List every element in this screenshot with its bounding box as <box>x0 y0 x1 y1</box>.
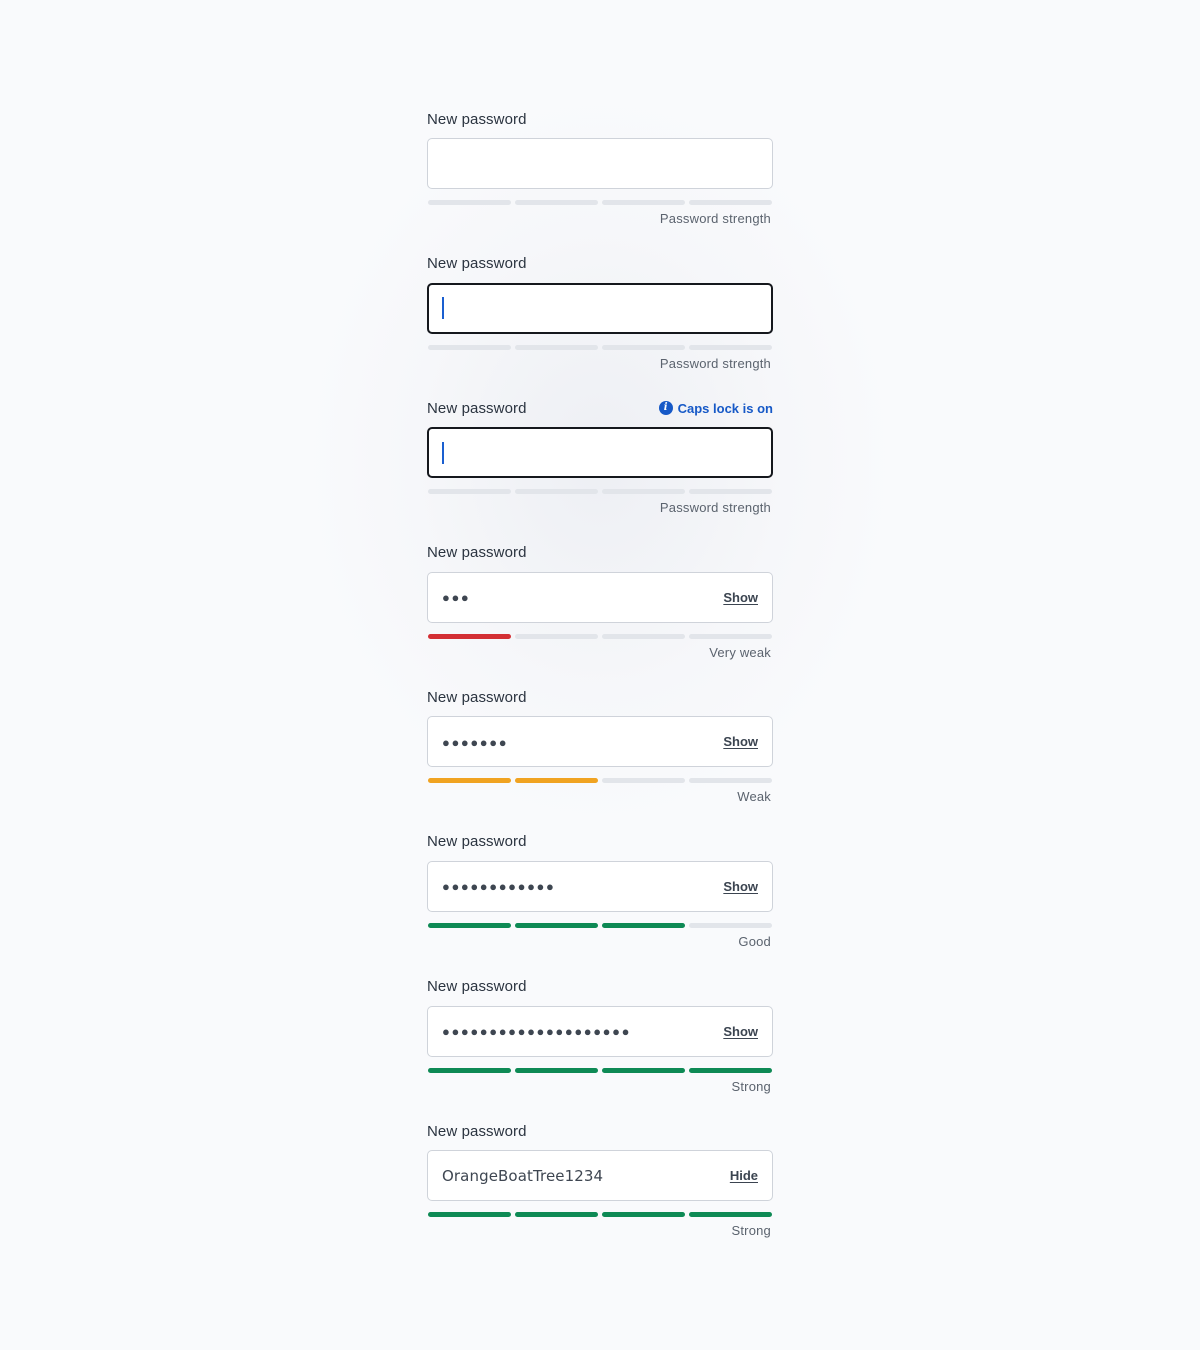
password-field-states: New password Password strength New passw… <box>427 110 773 1267</box>
strength-segment-1 <box>428 200 511 205</box>
label-row: New password <box>427 688 773 706</box>
strength-meter <box>428 922 772 928</box>
strength-segment-1 <box>428 344 511 350</box>
strength-label: Password strength <box>659 211 771 226</box>
strength-label: Weak <box>737 789 771 805</box>
password-field-revealed: New password OrangeBoatTree1234 Hide Str… <box>427 1122 773 1267</box>
strength-segment-3 <box>602 633 685 639</box>
masked-password-value: ●●●●●●●●●●●●●●●●●●●● <box>442 1024 632 1040</box>
revealed-password-value: OrangeBoatTree1234 <box>442 1166 604 1185</box>
show-password-button[interactable]: Show <box>723 879 758 894</box>
strength-segment-3 <box>602 1212 685 1218</box>
strength-segment-4 <box>689 778 772 784</box>
strength-segment-4 <box>689 633 772 639</box>
password-input[interactable]: ●●●●●●●●●●●●●●●●●●●● Show <box>427 1005 773 1057</box>
password-input[interactable] <box>427 282 773 334</box>
password-field-very-weak: New password ●●● Show Very weak <box>427 544 773 689</box>
strength-meter <box>428 633 772 639</box>
password-field-focused: New password Password strength <box>427 255 773 400</box>
strength-label: Good <box>738 933 771 949</box>
text-caret <box>442 441 444 464</box>
info-icon: i <box>658 401 673 416</box>
strength-label: Strong <box>731 1078 771 1094</box>
password-input[interactable]: ●●●●●●●●●●●● Show <box>427 860 773 912</box>
strength-segment-2 <box>515 1067 598 1073</box>
strength-segment-3 <box>602 922 685 928</box>
password-field-strong: New password ●●●●●●●●●●●●●●●●●●●● Show S… <box>427 978 773 1123</box>
strength-segment-2 <box>515 633 598 639</box>
strength-segment-2 <box>515 344 598 350</box>
password-label: New password <box>427 399 527 417</box>
strength-meter <box>428 778 772 784</box>
label-row: New password <box>427 833 773 851</box>
label-row: New password <box>427 255 773 273</box>
show-password-button[interactable]: Show <box>723 590 758 605</box>
strength-segment-4 <box>689 922 772 928</box>
strength-segment-2 <box>515 1212 598 1218</box>
caps-lock-text: Caps lock is on <box>677 400 773 416</box>
label-row: New password <box>427 110 773 128</box>
strength-segment-3 <box>602 200 685 205</box>
hide-password-button[interactable]: Hide <box>730 1168 758 1183</box>
password-field-caps-lock: New password i Caps lock is on Password … <box>427 399 773 544</box>
strength-segment-4 <box>689 1067 772 1073</box>
strength-label: Very weak <box>709 644 771 660</box>
show-password-button[interactable]: Show <box>723 734 758 749</box>
strength-segment-4 <box>689 489 772 495</box>
strength-segment-2 <box>515 489 598 495</box>
strength-segment-3 <box>602 489 685 495</box>
password-input[interactable]: ●●●●●●● Show <box>427 716 773 768</box>
strength-label: Password strength <box>659 500 771 516</box>
strength-segment-1 <box>428 778 511 784</box>
strength-segment-1 <box>428 489 511 495</box>
strength-segment-3 <box>602 344 685 350</box>
password-field-good: New password ●●●●●●●●●●●● Show Good <box>427 833 773 978</box>
password-label: New password <box>427 833 527 851</box>
password-input[interactable]: OrangeBoatTree1234 Hide <box>427 1150 773 1202</box>
masked-password-value: ●●●●●●● <box>442 734 509 750</box>
strength-segment-2 <box>515 922 598 928</box>
strength-segment-4 <box>689 1212 772 1218</box>
strength-segment-2 <box>515 200 598 205</box>
label-row: New password i Caps lock is on <box>427 399 773 417</box>
password-field-weak: New password ●●●●●●● Show Weak <box>427 688 773 833</box>
strength-segment-4 <box>689 344 772 350</box>
password-input[interactable] <box>427 427 773 479</box>
masked-password-value: ●●● <box>442 590 471 606</box>
show-password-button[interactable]: Show <box>723 1024 758 1039</box>
text-caret <box>442 297 444 320</box>
password-label: New password <box>427 1122 527 1140</box>
label-row: New password <box>427 978 773 996</box>
strength-meter <box>428 200 772 205</box>
strength-meter <box>428 344 772 350</box>
strength-segment-3 <box>602 778 685 784</box>
strength-segment-1 <box>428 922 511 928</box>
password-label: New password <box>427 544 527 562</box>
strength-segment-1 <box>428 1067 511 1073</box>
strength-segment-3 <box>602 1067 685 1073</box>
label-row: New password <box>427 544 773 562</box>
strength-meter <box>428 1067 772 1073</box>
label-row: New password <box>427 1122 773 1140</box>
password-label: New password <box>427 688 527 706</box>
strength-segment-1 <box>428 1212 511 1218</box>
masked-password-value: ●●●●●●●●●●●● <box>442 879 556 895</box>
strength-segment-1 <box>428 633 511 639</box>
strength-meter <box>428 1212 772 1218</box>
password-label: New password <box>427 255 527 273</box>
strength-segment-2 <box>515 778 598 784</box>
password-label: New password <box>427 978 527 996</box>
strength-label: Strong <box>731 1223 771 1239</box>
strength-segment-4 <box>689 200 772 205</box>
password-field-empty: New password Password strength <box>427 110 773 255</box>
password-input[interactable] <box>427 138 773 189</box>
caps-lock-warning: i Caps lock is on <box>658 400 773 416</box>
password-input[interactable]: ●●● Show <box>427 571 773 623</box>
password-label: New password <box>427 110 527 128</box>
strength-meter <box>428 489 772 495</box>
strength-label: Password strength <box>659 355 771 371</box>
